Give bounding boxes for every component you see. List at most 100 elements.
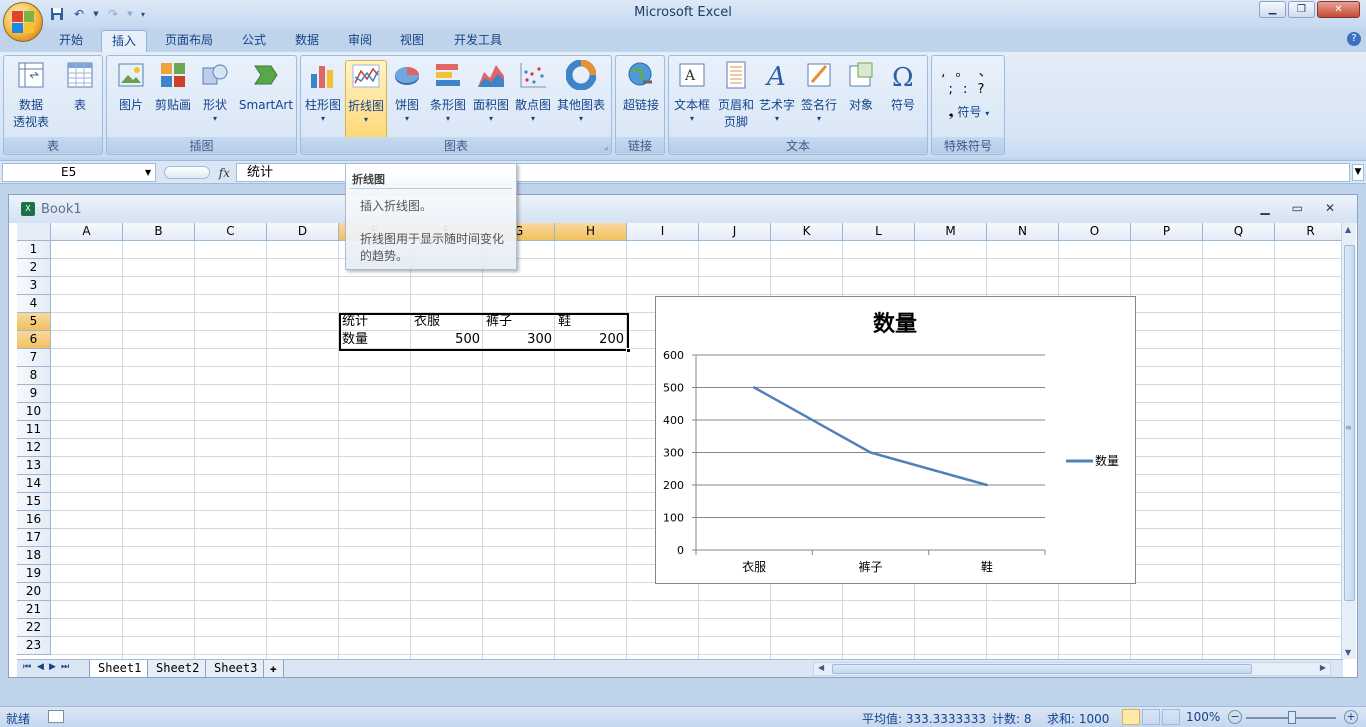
pivot-table-button[interactable]: 数据 透视表 xyxy=(6,60,56,131)
save-icon[interactable] xyxy=(48,5,66,23)
zoom-in-icon[interactable]: + xyxy=(1344,710,1358,724)
workbook-minimize-icon[interactable]: ▁ xyxy=(1260,201,1269,215)
insert-function-icon[interactable]: fx xyxy=(219,166,230,180)
redo-icon[interactable]: ↷ xyxy=(104,5,122,23)
row-header-8[interactable]: 8 xyxy=(17,367,51,385)
macro-record-icon[interactable] xyxy=(48,710,64,723)
sheet-tab-sheet2[interactable]: Sheet2 xyxy=(147,660,209,678)
signature-line-button[interactable]: 签名行 ▾ xyxy=(799,60,839,124)
column-header-o[interactable]: O xyxy=(1059,223,1131,241)
sheet-tab-sheet3[interactable]: Sheet3 xyxy=(205,660,267,678)
row-header-2[interactable]: 2 xyxy=(17,259,51,277)
horizontal-scroll-thumb[interactable] xyxy=(832,664,1252,674)
row-header-9[interactable]: 9 xyxy=(17,385,51,403)
row-header-17[interactable]: 17 xyxy=(17,529,51,547)
next-sheet-icon[interactable]: ▶ xyxy=(49,662,56,672)
zoom-slider-thumb[interactable] xyxy=(1288,711,1296,724)
wordart-button[interactable]: A 艺术字 ▾ xyxy=(757,60,797,124)
office-button[interactable] xyxy=(3,2,43,42)
row-header-13[interactable]: 13 xyxy=(17,457,51,475)
row-header-4[interactable]: 4 xyxy=(17,295,51,313)
first-sheet-icon[interactable]: ⏮ xyxy=(23,662,31,672)
row-header-12[interactable]: 12 xyxy=(17,439,51,457)
special-symbol-button[interactable]: ❟ 符号 ▾ xyxy=(938,104,1000,121)
scroll-left-icon[interactable]: ◀ xyxy=(818,663,824,672)
row-header-5[interactable]: 5 xyxy=(17,313,51,331)
sheet-tab-sheet1[interactable]: Sheet1 xyxy=(89,660,151,678)
clipart-button[interactable]: 剪贴画 xyxy=(153,60,193,114)
column-header-l[interactable]: L xyxy=(843,223,915,241)
column-header-k[interactable]: K xyxy=(771,223,843,241)
column-chart-button[interactable]: 柱形图 ▾ xyxy=(303,60,343,124)
symbol-button[interactable]: Ω 符号 xyxy=(883,60,923,114)
column-header-b[interactable]: B xyxy=(123,223,195,241)
tab-developer[interactable]: 开发工具 xyxy=(443,30,513,52)
page-layout-view-icon[interactable] xyxy=(1142,709,1160,725)
fill-handle[interactable] xyxy=(626,348,631,353)
row-header-16[interactable]: 16 xyxy=(17,511,51,529)
customize-qat-icon[interactable]: ▾ xyxy=(138,5,148,23)
row-header-15[interactable]: 15 xyxy=(17,493,51,511)
other-charts-button[interactable]: 其他图表 ▾ xyxy=(555,59,607,124)
row-header-19[interactable]: 19 xyxy=(17,565,51,583)
row-header-10[interactable]: 10 xyxy=(17,403,51,421)
pie-chart-button[interactable]: 饼图 ▾ xyxy=(389,60,425,124)
tab-view[interactable]: 视图 xyxy=(390,30,434,52)
column-header-d[interactable]: D xyxy=(267,223,339,241)
scroll-up-icon[interactable]: ▲ xyxy=(1345,225,1351,234)
charts-dialog-launcher-icon[interactable]: ⌟ xyxy=(604,142,608,151)
workbook-maximize-icon[interactable]: ▭ xyxy=(1292,201,1303,215)
line-chart[interactable]: 数量 0 100 200 300 400 500 600 衣服 裤子 鞋 数量 xyxy=(655,296,1136,584)
header-footer-button[interactable]: 页眉和 页脚 xyxy=(715,60,757,131)
cells-area[interactable]: 统计 衣服 裤子 鞋 数量 500 300 200 数量 0 100 200 300 40… xyxy=(51,241,1343,659)
redo-dropdown-icon[interactable]: ▼ xyxy=(126,5,134,23)
row-header-1[interactable]: 1 xyxy=(17,241,51,259)
column-header-i[interactable]: I xyxy=(627,223,699,241)
row-header-7[interactable]: 7 xyxy=(17,349,51,367)
row-header-18[interactable]: 18 xyxy=(17,547,51,565)
restore-button[interactable]: ❐ xyxy=(1288,1,1315,18)
row-header-23[interactable]: 23 xyxy=(17,637,51,655)
shapes-button[interactable]: 形状 ▾ xyxy=(195,60,235,124)
bar-chart-button[interactable]: 条形图 ▾ xyxy=(427,60,469,124)
page-break-view-icon[interactable] xyxy=(1162,709,1180,725)
column-header-m[interactable]: M xyxy=(915,223,987,241)
formula-divider-handle[interactable] xyxy=(164,166,210,179)
column-header-h[interactable]: H xyxy=(555,223,627,241)
close-button[interactable]: ✕ xyxy=(1317,1,1360,18)
column-header-a[interactable]: A xyxy=(51,223,123,241)
scroll-right-icon[interactable]: ▶ xyxy=(1320,663,1326,672)
tab-insert[interactable]: 插入 xyxy=(101,30,147,52)
last-sheet-icon[interactable]: ⏭ xyxy=(61,662,69,672)
row-header-11[interactable]: 11 xyxy=(17,421,51,439)
minimize-button[interactable]: ▁ xyxy=(1259,1,1286,18)
scroll-down-icon[interactable]: ▼ xyxy=(1345,648,1351,657)
column-header-j[interactable]: J xyxy=(699,223,771,241)
name-box[interactable]: E5 xyxy=(2,163,156,182)
workbook-close-icon[interactable]: ✕ xyxy=(1325,201,1335,215)
column-header-q[interactable]: Q xyxy=(1203,223,1275,241)
undo-icon[interactable]: ↶ xyxy=(70,5,88,23)
smartart-button[interactable]: SmartArt xyxy=(237,60,295,114)
column-header-c[interactable]: C xyxy=(195,223,267,241)
row-header-22[interactable]: 22 xyxy=(17,619,51,637)
name-box-dropdown-icon[interactable]: ▼ xyxy=(145,168,151,177)
picture-button[interactable]: 图片 xyxy=(111,60,151,114)
column-header-r[interactable]: R xyxy=(1275,223,1343,241)
tab-review[interactable]: 审阅 xyxy=(338,30,382,52)
expand-formula-bar-icon[interactable]: ▼ xyxy=(1352,164,1364,181)
tab-formulas[interactable]: 公式 xyxy=(232,30,276,52)
line-chart-button[interactable]: 折线图 ▾ xyxy=(345,60,387,140)
tab-data[interactable]: 数据 xyxy=(285,30,329,52)
punctuation-marks[interactable]: , 。 、 ; : ? xyxy=(936,64,1000,98)
row-header-6[interactable]: 6 xyxy=(17,331,51,349)
scatter-chart-button[interactable]: 散点图 ▾ xyxy=(513,60,553,124)
prev-sheet-icon[interactable]: ◀ xyxy=(37,662,44,672)
column-header-n[interactable]: N xyxy=(987,223,1059,241)
hyperlink-button[interactable]: 超链接 xyxy=(619,60,663,114)
table-button[interactable]: 表 xyxy=(60,60,100,114)
tab-home[interactable]: 开始 xyxy=(50,30,92,52)
zoom-out-icon[interactable]: − xyxy=(1228,710,1242,724)
row-header-20[interactable]: 20 xyxy=(17,583,51,601)
object-button[interactable]: 对象 xyxy=(841,60,881,114)
